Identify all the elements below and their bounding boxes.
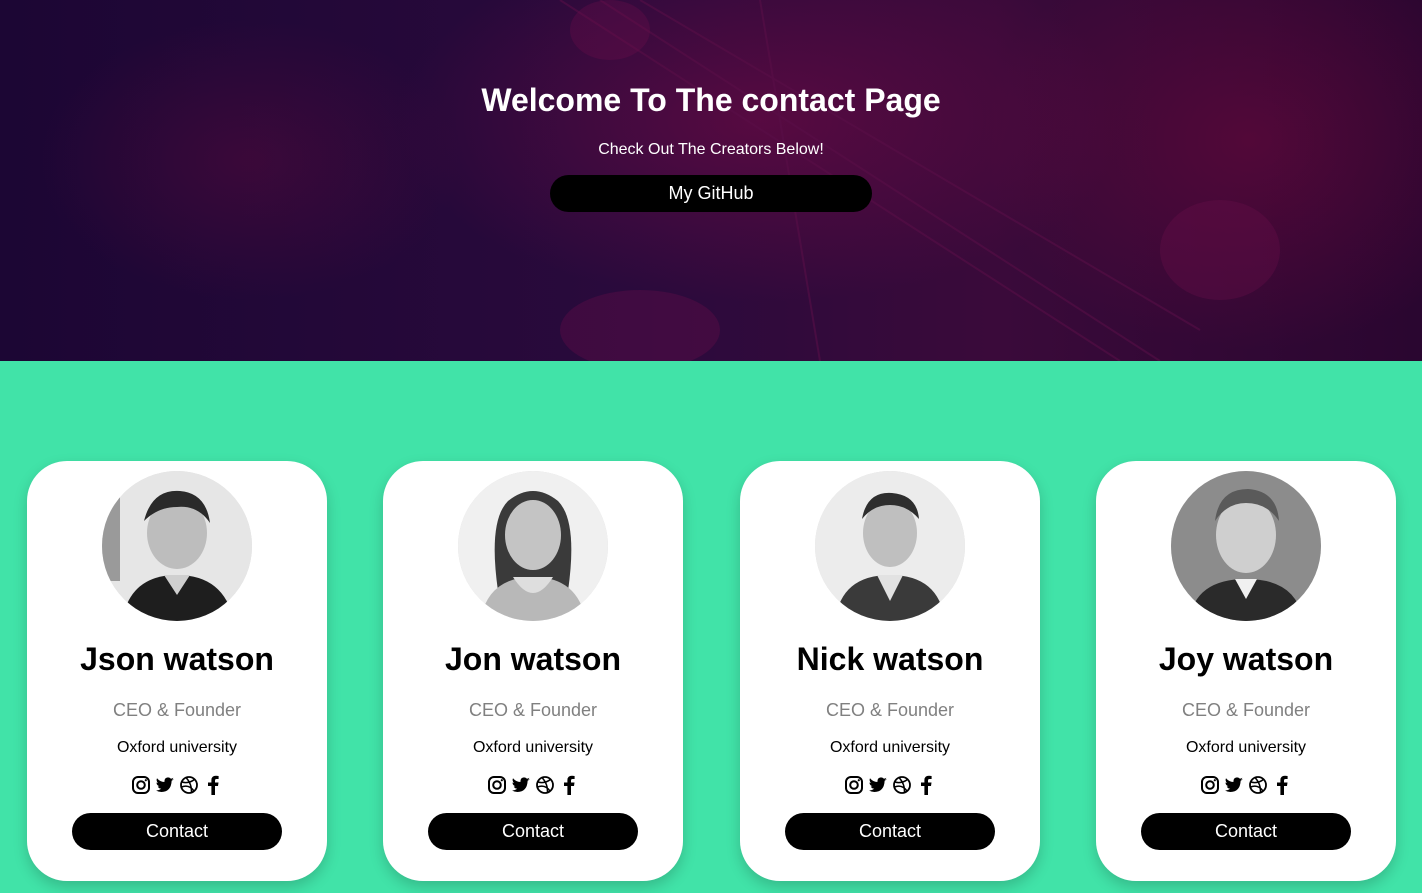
member-name: Joy watson bbox=[1158, 641, 1334, 677]
facebook-icon[interactable] bbox=[916, 774, 936, 796]
dribbble-icon[interactable] bbox=[535, 774, 555, 796]
social-links bbox=[740, 774, 1040, 796]
team-card: Joy watson CEO & Founder Oxford universi… bbox=[1096, 461, 1396, 881]
member-role: CEO & Founder bbox=[112, 700, 242, 720]
social-links bbox=[1096, 774, 1396, 796]
contact-button[interactable]: Contact bbox=[1141, 813, 1351, 850]
hero-banner: Welcome To The contact Page Check Out Th… bbox=[0, 0, 1422, 361]
team-card: Json watson CEO & Founder Oxford univers… bbox=[27, 461, 327, 881]
dribbble-icon[interactable] bbox=[892, 774, 912, 796]
portrait-photo bbox=[815, 471, 965, 621]
portrait-photo bbox=[102, 471, 252, 621]
instagram-icon[interactable] bbox=[844, 774, 864, 796]
portrait-photo bbox=[1171, 471, 1321, 621]
dribbble-icon[interactable] bbox=[179, 774, 199, 796]
instagram-icon[interactable] bbox=[1200, 774, 1220, 796]
page-title: Welcome To The contact Page bbox=[481, 82, 941, 118]
member-school: Oxford university bbox=[116, 739, 238, 756]
avatar bbox=[458, 471, 608, 621]
facebook-icon[interactable] bbox=[559, 774, 579, 796]
member-school: Oxford university bbox=[472, 739, 594, 756]
member-name: Nick watson bbox=[796, 641, 984, 677]
member-name: Json watson bbox=[80, 641, 274, 677]
twitter-icon[interactable] bbox=[511, 774, 531, 796]
social-links bbox=[27, 774, 327, 796]
dribbble-icon[interactable] bbox=[1248, 774, 1268, 796]
twitter-icon[interactable] bbox=[868, 774, 888, 796]
contact-button[interactable]: Contact bbox=[72, 813, 282, 850]
team-section: Json watson CEO & Founder Oxford univers… bbox=[0, 361, 1422, 893]
portrait-photo bbox=[458, 471, 608, 621]
contact-button[interactable]: Contact bbox=[428, 813, 638, 850]
github-button[interactable]: My GitHub bbox=[550, 175, 872, 212]
team-card: Jon watson CEO & Founder Oxford universi… bbox=[383, 461, 683, 881]
avatar bbox=[102, 471, 252, 621]
member-role: CEO & Founder bbox=[825, 700, 955, 720]
contact-button[interactable]: Contact bbox=[785, 813, 995, 850]
member-name: Jon watson bbox=[444, 641, 621, 677]
member-role: CEO & Founder bbox=[468, 700, 598, 720]
facebook-icon[interactable] bbox=[203, 774, 223, 796]
member-role: CEO & Founder bbox=[1181, 700, 1311, 720]
page-subtitle: Check Out The Creators Below! bbox=[598, 141, 824, 158]
instagram-icon[interactable] bbox=[487, 774, 507, 796]
avatar bbox=[815, 471, 965, 621]
twitter-icon[interactable] bbox=[155, 774, 175, 796]
twitter-icon[interactable] bbox=[1224, 774, 1244, 796]
social-links bbox=[383, 774, 683, 796]
avatar bbox=[1171, 471, 1321, 621]
facebook-icon[interactable] bbox=[1272, 774, 1292, 796]
instagram-icon[interactable] bbox=[131, 774, 151, 796]
member-school: Oxford university bbox=[1185, 739, 1307, 756]
team-card: Nick watson CEO & Founder Oxford univers… bbox=[740, 461, 1040, 881]
member-school: Oxford university bbox=[829, 739, 951, 756]
